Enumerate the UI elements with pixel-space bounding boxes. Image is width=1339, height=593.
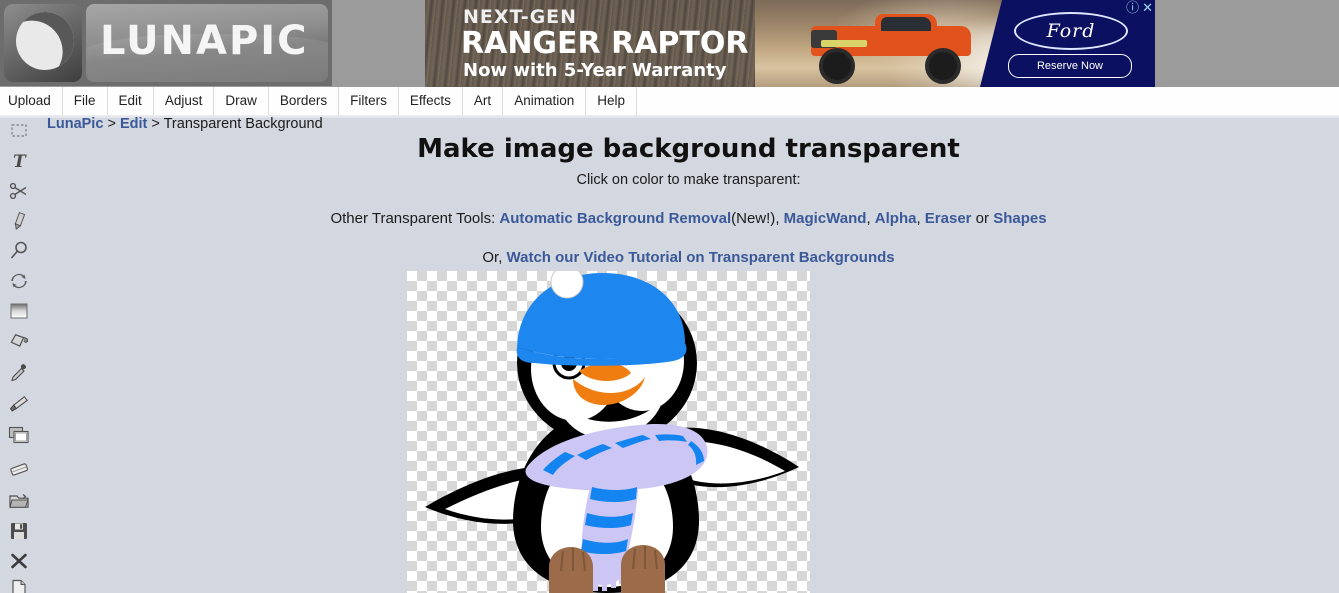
ford-logo: Ford: [1014, 12, 1128, 50]
link-shapes[interactable]: Shapes: [993, 210, 1046, 227]
top-banner-area: LUNAPIC NEXT-GEN RANGER RAPTOR Now with …: [0, 0, 1339, 87]
menu-draw[interactable]: Draw: [214, 87, 269, 115]
sep-2: ,: [866, 210, 875, 227]
open-folder-icon[interactable]: [6, 488, 32, 514]
link-video-tutorial[interactable]: Watch our Video Tutorial on Transparent …: [507, 249, 895, 266]
sep-or: or: [971, 210, 994, 227]
other-tools-label: Other Transparent Tools:: [330, 210, 500, 227]
menu-animation[interactable]: Animation: [503, 87, 587, 115]
advertisement-banner[interactable]: NEXT-GEN RANGER RAPTOR Now with 5-Year W…: [425, 0, 1155, 87]
crescent-moon-icon: [8, 4, 82, 78]
magnifier-icon[interactable]: [6, 238, 32, 264]
ad-reserve-now-button[interactable]: Reserve Now: [1008, 54, 1132, 78]
eraser-icon[interactable]: [6, 456, 32, 482]
logo-plate: LUNAPIC: [86, 4, 328, 82]
eyedropper-icon[interactable]: [6, 360, 32, 386]
main-menu-bar: Upload File Edit Adjust Draw Borders Fil…: [0, 87, 1339, 118]
video-prefix: Or,: [482, 249, 507, 266]
other-tools-line: Other Transparent Tools: Automatic Backg…: [38, 210, 1339, 227]
close-x-icon[interactable]: [6, 548, 32, 574]
image-canvas[interactable]: [407, 271, 810, 593]
ad-headline-3: Now with 5-Year Warranty: [463, 60, 727, 81]
sep-1: ,: [775, 210, 784, 227]
paintbrush-icon[interactable]: [6, 391, 32, 417]
link-alpha[interactable]: Alpha: [875, 210, 917, 227]
link-automatic-background-removal[interactable]: Automatic Background Removal: [499, 210, 731, 227]
ad-headline-1: NEXT-GEN: [463, 6, 578, 28]
scissors-icon[interactable]: [6, 178, 32, 204]
new-file-icon[interactable]: [6, 576, 32, 593]
gradient-icon[interactable]: [6, 298, 32, 324]
adchoices-info-icon[interactable]: ⓘ: [1126, 1, 1139, 14]
pencil-icon[interactable]: [6, 208, 32, 234]
menu-borders[interactable]: Borders: [269, 87, 340, 115]
menu-upload[interactable]: Upload: [0, 87, 63, 115]
logo-tile: [4, 4, 82, 82]
page-title: Make image background transparent: [417, 134, 960, 164]
ad-controls: ⓘ ✕: [1126, 1, 1153, 14]
menu-filters[interactable]: Filters: [339, 87, 399, 115]
ad-headline-2: RANGER RAPTOR: [461, 26, 749, 61]
penguin-image[interactable]: [407, 271, 810, 593]
main-content: Make image background transparent Click …: [38, 118, 1339, 593]
ad-truck-illustration: [803, 14, 983, 84]
menu-file[interactable]: File: [63, 87, 108, 115]
rotate-icon[interactable]: [6, 268, 32, 294]
tool-sidebar: T: [0, 118, 38, 593]
marquee-select-icon[interactable]: [6, 118, 32, 144]
menu-adjust[interactable]: Adjust: [154, 87, 215, 115]
save-floppy-icon[interactable]: [6, 518, 32, 544]
link-eraser[interactable]: Eraser: [925, 210, 972, 227]
layers-icon[interactable]: [6, 422, 32, 448]
svg-text:T: T: [13, 152, 27, 170]
video-tutorial-line: Or, Watch our Video Tutorial on Transpar…: [38, 249, 1339, 266]
page-subtitle: Click on color to make transparent:: [576, 172, 801, 188]
logo-text: LUNAPIC: [100, 18, 309, 64]
ad-close-icon[interactable]: ✕: [1142, 1, 1153, 14]
ford-wordmark: Ford: [1046, 20, 1096, 42]
new-badge: (New!): [731, 210, 776, 227]
lunapic-page: LUNAPIC NEXT-GEN RANGER RAPTOR Now with …: [0, 0, 1339, 593]
sep-3: ,: [916, 210, 925, 227]
text-icon[interactable]: T: [6, 148, 32, 174]
menu-art[interactable]: Art: [463, 87, 504, 115]
menu-edit[interactable]: Edit: [108, 87, 154, 115]
menu-effects[interactable]: Effects: [399, 87, 463, 115]
menu-help[interactable]: Help: [586, 87, 637, 115]
lunapic-logo[interactable]: LUNAPIC: [0, 0, 332, 86]
link-magicwand[interactable]: MagicWand: [784, 210, 867, 227]
paint-bucket-icon[interactable]: [6, 329, 32, 355]
